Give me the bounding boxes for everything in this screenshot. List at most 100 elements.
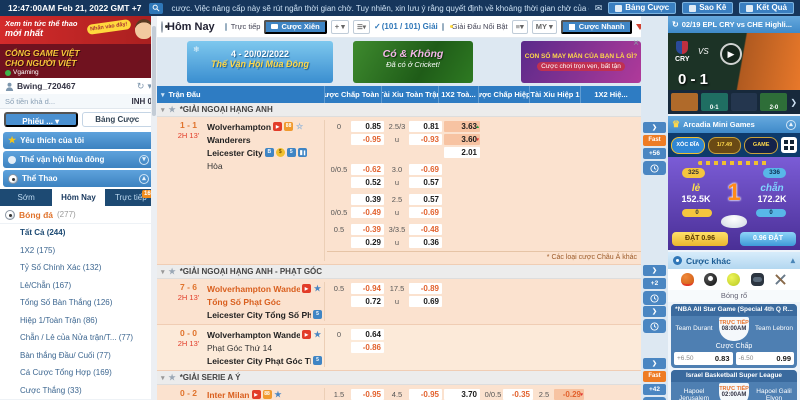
home-team[interactable]: Wolverhampton Wanderers — [207, 284, 300, 294]
chevron-down-icon[interactable] — [139, 155, 149, 165]
bet-odd-button[interactable]: ĐẶT 0.96 — [672, 232, 728, 246]
more-bets-count-button[interactable]: +42 — [643, 384, 666, 395]
arcadia-header[interactable]: Arcadia Mini Games — [668, 116, 800, 133]
list-dropdown[interactable] — [353, 20, 370, 34]
video-thumbnail[interactable]: 0-1 — [701, 93, 728, 111]
odds-cell[interactable]: -0.62 — [351, 164, 384, 175]
sidebar-item-half-odd-even[interactable]: Chẵn / Lẻ của Nửa trận/T... (77) — [0, 329, 157, 347]
video-thumbnail[interactable] — [731, 93, 758, 111]
sao-ke-button[interactable]: Sao Kê — [682, 2, 733, 14]
chevron-up-icon[interactable] — [791, 255, 795, 266]
odds-cell[interactable]: 3.70 — [444, 389, 480, 400]
cashout-icon[interactable]: $ — [276, 148, 285, 157]
refresh-icon[interactable] — [137, 81, 145, 92]
xoc-dia-tab[interactable]: XÓC ĐĨA — [671, 137, 705, 154]
nba-bet-card[interactable]: *NBA All Star Game (Special 4th Q R... T… — [671, 304, 797, 368]
odds-cell[interactable]: -0.95 — [409, 389, 442, 400]
odds-cell[interactable]: +6.50 0.83 — [674, 352, 733, 365]
sidebar-item-football[interactable]: Bóng đá (277) — [0, 206, 157, 224]
away-team[interactable]: Leicester City Tổng Số Phạt Góc — [207, 310, 311, 320]
odds-cell[interactable]: 0.64 — [351, 329, 384, 340]
league-header-epl[interactable]: *GIẢI NGOẠI HẠNG ANH — [157, 103, 641, 117]
odds-cell[interactable]: -0.39 — [351, 224, 384, 235]
odds-format-dropdown[interactable] — [512, 20, 528, 34]
sidebar-item-odd-even[interactable]: Lẻ/Chẵn (167) — [0, 277, 157, 295]
live-video-icon[interactable] — [273, 122, 282, 131]
odds-cell[interactable]: 0.39 — [351, 194, 384, 205]
tennis-icon[interactable] — [727, 273, 740, 286]
favorite-star-icon[interactable] — [313, 284, 322, 293]
odds-cell[interactable]: 0.52 — [351, 177, 384, 188]
sidebar-item-favorites[interactable]: Yêu thích của tôi — [3, 132, 154, 149]
live-video-icon[interactable] — [302, 330, 311, 339]
language-dropdown[interactable]: MY ▾ — [532, 20, 557, 34]
sidebar-item-mix-parlay[interactable]: Cá Cược Tổng Hợp (169) — [0, 364, 157, 382]
clock-button[interactable] — [643, 161, 666, 175]
sidebar-item-total-goals[interactable]: Tổng Số Bàn Thắng (126) — [0, 294, 157, 312]
more-bets-count-button[interactable]: +2 — [643, 278, 666, 289]
video-thumbnail[interactable]: 2-0 — [760, 93, 787, 111]
odds-cell[interactable]: 3.63 — [444, 121, 480, 132]
billiards-icon[interactable] — [704, 273, 717, 286]
expand-match-button[interactable] — [643, 122, 666, 133]
mail-icon[interactable] — [595, 3, 603, 14]
quick-bet-toggle[interactable]: Cược Nhanh — [561, 20, 632, 34]
home-team[interactable]: Wolverhampton — [207, 122, 271, 132]
odds-cell[interactable]: 0.36 — [409, 237, 442, 248]
draw-label[interactable]: Hòa — [207, 161, 223, 171]
cricket-banner[interactable]: Có & Không Đã có ở Cricket! — [353, 41, 473, 83]
odds-cell[interactable]: -0.86 — [351, 342, 384, 353]
odds-cell[interactable]: -0.48 — [409, 224, 442, 235]
vgaming-promo-banner[interactable]: CỔNG GAME VIỆT CHO NGƯỜI VIỆT Vgaming — [0, 44, 157, 78]
home-team[interactable]: Inter Milan — [207, 390, 250, 400]
sidebar-item-ht-ft[interactable]: Hiệp 1/Toàn Trận (86) — [0, 312, 157, 330]
odds-cell[interactable]: -0.69 — [409, 207, 442, 218]
odds-cell[interactable]: -0.29 — [554, 389, 584, 400]
highlight-video-player[interactable]: CRY VS 0 - 1 — [668, 33, 800, 90]
bet-even-button[interactable]: 0.96 ĐẶT — [740, 232, 796, 246]
highlight-video-header[interactable]: 02/19 EPL CRY vs CHE Highli... — [668, 16, 800, 33]
odds-cell[interactable]: 0.72 — [351, 296, 384, 307]
live-video-icon[interactable] — [302, 284, 311, 293]
odds-cell[interactable]: -0.93 — [409, 134, 442, 145]
odds-cell[interactable]: -0.94 — [351, 283, 384, 294]
expand-match-button[interactable] — [643, 265, 666, 276]
bet-builder-icon[interactable]: B — [265, 148, 274, 157]
odds-cell[interactable]: 0.57 — [409, 194, 442, 205]
sidebar-item-correct-score[interactable]: Tỷ Số Chính Xác (132) — [0, 259, 157, 277]
grid-menu-icon[interactable] — [781, 137, 797, 153]
bang-cuoc-sidebar-button[interactable]: Bảng Cược — [82, 112, 154, 127]
collapse-all-icon[interactable] — [161, 91, 165, 99]
sidebar-item-winter-olympics[interactable]: Thể vận hội Mùa đông — [3, 151, 154, 168]
odds-cell[interactable]: -6.50 0.99 — [736, 352, 795, 365]
odds-cell[interactable]: 0.81 — [409, 121, 442, 132]
odds-cell[interactable]: 2.01 — [444, 147, 480, 158]
news-promo-banner[interactable]: Xem tin tức thể thao mới nhất Nhấn vào đ… — [0, 16, 157, 44]
chevron-up-icon[interactable] — [786, 120, 796, 130]
league-header-epl-corners[interactable]: *GIẢI NGOẠI HẠNG ANH - PHẠT GÓC — [157, 265, 641, 279]
favorite-star-icon[interactable] — [274, 390, 283, 399]
odds-cell[interactable]: 0.69 — [409, 296, 442, 307]
add-dropdown[interactable] — [331, 20, 349, 34]
tab-today[interactable]: Hôm Nay — [52, 189, 104, 206]
tab-early[interactable]: Sớm — [0, 189, 52, 206]
live-video-icon[interactable] — [252, 390, 261, 399]
away-team[interactable]: Leicester City — [207, 148, 263, 158]
star-icon[interactable] — [169, 105, 176, 114]
sidebar-item-first-last-goal[interactable]: Bàn thắng Đầu/ Cuối (77) — [0, 347, 157, 365]
expand-match-button[interactable] — [643, 358, 666, 369]
sidebar-item-all[interactable]: Tất Cả (244) — [0, 224, 157, 242]
bang-cuoc-button[interactable]: Bảng Cược — [608, 2, 676, 14]
away-team[interactable]: Leicester City Phạt Góc Thứ 14 — [207, 356, 311, 366]
other-bets-header[interactable]: Cược khác — [668, 252, 800, 269]
featured-checkbox[interactable] — [442, 23, 444, 31]
sidebar-item-outright[interactable]: Cược Thắng (33) — [0, 382, 157, 400]
stream-icon[interactable]: 5 — [313, 356, 322, 365]
play-icon[interactable] — [720, 43, 742, 65]
live-checkbox[interactable] — [225, 23, 227, 31]
odds-cell[interactable]: -0.69 — [409, 164, 442, 175]
odds-cell[interactable]: -0.89 — [409, 283, 442, 294]
parlay-button[interactable]: Cược Xiên — [264, 20, 326, 34]
game-tab[interactable]: 1/7.49 — [708, 137, 742, 154]
stats-icon[interactable]: 88 — [284, 122, 293, 131]
